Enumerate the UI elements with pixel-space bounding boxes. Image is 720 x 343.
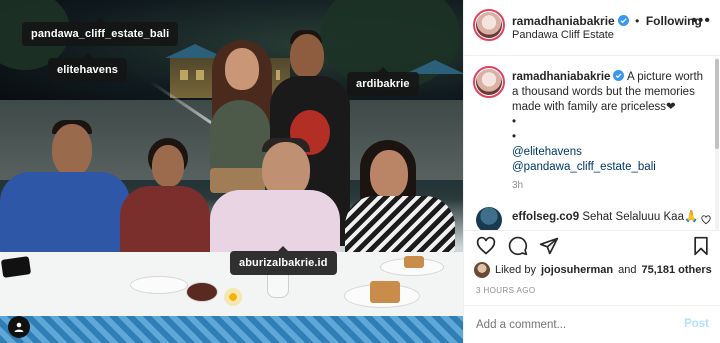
tag-ardibakrie[interactable]: ardibakrie: [347, 67, 419, 96]
dessert-bowl: [186, 282, 218, 302]
caption-time: 3h: [512, 180, 524, 191]
post-date[interactable]: 3 HOURS AGO: [476, 286, 536, 295]
caption-username[interactable]: ramadhaniabakrie: [512, 71, 610, 83]
likes-summary: Liked by jojosuherman and 75,181 others: [474, 262, 712, 278]
post-photo[interactable]: pandawa_cliff_estate_bali elitehavens ar…: [0, 0, 463, 343]
comment-username[interactable]: effolseg.co9: [512, 211, 579, 223]
liker-avatar[interactable]: [474, 262, 490, 278]
batik-tablecloth: [0, 316, 463, 343]
cake-slice: [370, 281, 400, 303]
header-username[interactable]: ramadhaniabakrie: [512, 14, 615, 28]
post-header: ramadhaniabakrie • Following Pandawa Cli…: [464, 0, 720, 56]
header-user-row: ramadhaniabakrie • Following: [512, 12, 702, 30]
commenter-avatar[interactable]: [476, 207, 502, 230]
comment-input[interactable]: [476, 316, 666, 334]
avatar[interactable]: [476, 12, 502, 38]
likes-count[interactable]: 75,181 others: [641, 264, 711, 276]
verified-badge-icon: [613, 70, 625, 81]
cake-slice: [404, 256, 424, 268]
action-bar: [464, 230, 720, 260]
tag-elitehavens[interactable]: elitehavens: [48, 53, 128, 82]
caption-bullet: •: [512, 116, 517, 128]
comment-like-icon[interactable]: [701, 215, 711, 225]
comment-form: Post: [464, 305, 720, 343]
caption-bullet: •: [512, 131, 517, 143]
comments-scrollbar[interactable]: [715, 57, 719, 230]
post-comment-button[interactable]: Post: [684, 318, 709, 330]
tagged-users-button[interactable]: [8, 316, 30, 338]
comment-item: effolseg.co9 Sehat Selaluuu Kaa🙏: [512, 209, 698, 223]
post-side-panel: ramadhaniabakrie • Following Pandawa Cli…: [463, 0, 720, 343]
likes-middle: and: [618, 264, 637, 276]
liker-username[interactable]: jojosuherman: [541, 264, 613, 276]
location-link[interactable]: Pandawa Cliff Estate: [512, 29, 614, 41]
caption: ramadhaniabakrie A picture worth a thous…: [512, 70, 712, 175]
person-icon: [14, 322, 24, 332]
caption-avatar[interactable]: [476, 69, 502, 95]
send-icon[interactable]: [539, 236, 559, 256]
frangipani-flower: [224, 288, 242, 306]
tag-aburizalbakrie[interactable]: aburizalbakrie.id: [230, 246, 337, 275]
comment-icon[interactable]: [508, 236, 528, 256]
header-separator: •: [635, 14, 640, 28]
mention-elitehavens[interactable]: @elitehavens: [512, 145, 712, 160]
heart-icon[interactable]: [476, 236, 496, 256]
bookmark-icon[interactable]: [691, 236, 711, 256]
ellipsis-icon[interactable]: •••: [691, 12, 711, 30]
comment-text: Sehat Selaluuu Kaa🙏: [582, 211, 699, 223]
likes-prefix: Liked by: [495, 264, 536, 276]
tag-pandawa-cliff-estate[interactable]: pandawa_cliff_estate_bali: [22, 17, 179, 46]
comments-section: ramadhaniabakrie A picture worth a thous…: [464, 57, 720, 230]
mention-pandawa-cliff-estate[interactable]: @pandawa_cliff_estate_bali: [512, 160, 712, 175]
phone-on-table: [0, 256, 32, 278]
plate: [130, 276, 188, 294]
verified-badge-icon: [617, 15, 629, 26]
